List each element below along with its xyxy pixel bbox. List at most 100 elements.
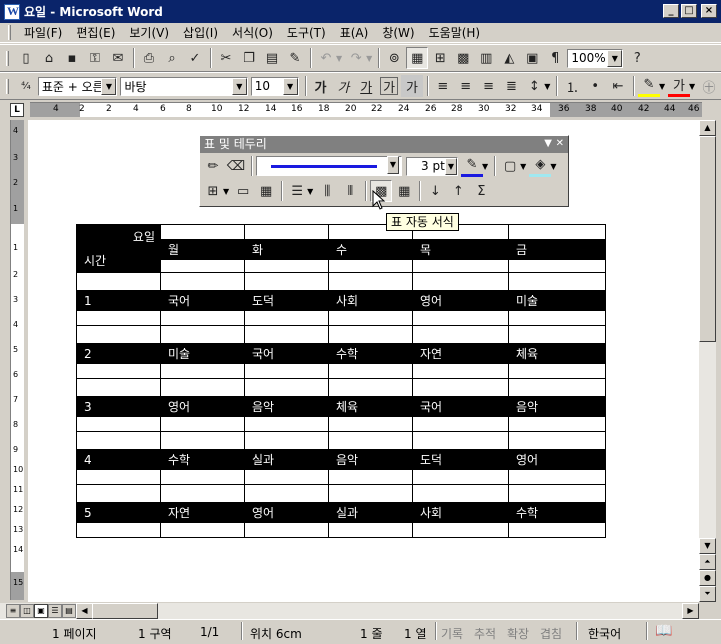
- minimize-button[interactable]: _: [663, 4, 679, 18]
- char-border-button[interactable]: 가: [378, 75, 400, 97]
- autosum-icon[interactable]: Σ: [470, 180, 492, 202]
- line-style-dropdown-icon[interactable]: ▼: [387, 156, 399, 174]
- sort-descending-icon[interactable]: ↑: [447, 180, 469, 202]
- status-ext[interactable]: 확장: [507, 625, 529, 642]
- bold-button[interactable]: 가: [310, 75, 332, 97]
- vertical-scroll-thumb[interactable]: [699, 136, 716, 342]
- style-select[interactable]: 표준 + 오른· ▼: [37, 76, 118, 96]
- subject-cell[interactable]: 미술: [160, 343, 245, 364]
- zoom-select[interactable]: 100% ▼: [567, 48, 624, 68]
- status-pages[interactable]: 1/1: [200, 625, 219, 639]
- corner-header-cell[interactable]: 요일 시간: [76, 224, 161, 273]
- menu-view[interactable]: 보기(V): [122, 24, 176, 42]
- status-page[interactable]: 1 페이지: [52, 625, 97, 642]
- undo-icon[interactable]: ↶: [315, 47, 337, 69]
- font-size-dropdown-icon[interactable]: ▼: [282, 77, 298, 95]
- spelling-status-icon[interactable]: 📖: [655, 623, 672, 639]
- permission-icon[interactable]: ⚿: [84, 47, 106, 69]
- subject-cell[interactable]: 음악: [328, 449, 413, 470]
- menu-table[interactable]: 표(A): [333, 24, 376, 42]
- subject-cell[interactable]: 실과: [244, 449, 329, 470]
- outside-border-icon[interactable]: ▢: [499, 155, 521, 177]
- subject-cell[interactable]: 영어: [244, 502, 329, 523]
- scroll-right-icon[interactable]: ▶: [682, 603, 699, 619]
- font-select[interactable]: 바탕 ▼: [120, 76, 248, 96]
- redo-icon[interactable]: ↷: [345, 47, 367, 69]
- tables-and-borders-icon[interactable]: ▦: [406, 47, 429, 69]
- highlight-icon[interactable]: ✎: [638, 75, 660, 97]
- status-rec[interactable]: 기록: [441, 625, 463, 642]
- reading-layout-icon[interactable]: ▤: [62, 604, 76, 618]
- new-document-icon[interactable]: ▯: [15, 47, 37, 69]
- shading-dropdown-icon[interactable]: ▼: [550, 162, 556, 171]
- subject-cell[interactable]: 국어: [244, 343, 329, 364]
- decrease-indent-icon[interactable]: ⇤: [607, 75, 629, 97]
- drawing-icon[interactable]: ◭: [498, 47, 520, 69]
- web-layout-icon[interactable]: ◫: [20, 604, 34, 618]
- insert-table-dropdown-icon[interactable]: ▼: [223, 187, 229, 196]
- insert-table-icon[interactable]: ⊞: [429, 47, 451, 69]
- print-icon[interactable]: ⎙: [138, 47, 160, 69]
- highlight-dropdown-icon[interactable]: ▼: [659, 82, 665, 91]
- period-cell[interactable]: 2: [76, 343, 161, 364]
- word-app-icon[interactable]: [4, 3, 20, 20]
- subject-cell[interactable]: 미술: [508, 290, 606, 311]
- toolbar-options-icon[interactable]: ▼: [544, 138, 552, 150]
- align-center-icon[interactable]: ≡: [455, 75, 477, 97]
- draw-table-icon[interactable]: ✏: [202, 155, 224, 177]
- show-hide-icon[interactable]: ¶: [544, 47, 566, 69]
- hyperlink-icon[interactable]: ⊚: [383, 47, 405, 69]
- subject-cell[interactable]: 체육: [328, 396, 413, 417]
- normal-view-icon[interactable]: ≡: [6, 604, 20, 618]
- bullets-icon[interactable]: •: [584, 75, 606, 97]
- border-dropdown-icon[interactable]: ▼: [520, 162, 526, 171]
- subject-cell[interactable]: 국어: [160, 290, 245, 311]
- menu-edit[interactable]: 편집(E): [69, 24, 122, 42]
- horizontal-scrollbar[interactable]: ≡ ◫ ▣ ☰ ▤ ◀ ▶: [0, 602, 699, 619]
- redo-dropdown-icon[interactable]: ▼: [366, 54, 372, 63]
- day-header-thu[interactable]: 목: [412, 239, 509, 260]
- border-color-dropdown-icon[interactable]: ▼: [482, 162, 488, 171]
- browse-object-icon[interactable]: ●: [699, 570, 716, 586]
- save-icon[interactable]: ▪: [61, 47, 83, 69]
- eraser-icon[interactable]: ⌫: [225, 155, 247, 177]
- floating-toolbar-titlebar[interactable]: 표 및 테두리 ▼ ✕: [200, 136, 568, 153]
- distribute-rows-icon[interactable]: ⫼: [316, 180, 338, 202]
- next-page-icon[interactable]: ⏷: [699, 586, 716, 602]
- subject-cell[interactable]: 사회: [412, 502, 509, 523]
- align-left-icon[interactable]: ≡: [432, 75, 454, 97]
- menu-window[interactable]: 창(W): [375, 24, 421, 42]
- subject-cell[interactable]: 자연: [412, 343, 509, 364]
- subject-cell[interactable]: 사회: [328, 290, 413, 311]
- style-dropdown-icon[interactable]: ▼: [101, 77, 117, 95]
- subject-cell[interactable]: 영어: [412, 290, 509, 311]
- line-spacing-icon[interactable]: ↕: [523, 75, 545, 97]
- sort-ascending-icon[interactable]: ↓: [424, 180, 446, 202]
- status-ovr[interactable]: 겹침: [540, 625, 562, 642]
- char-shading-button[interactable]: 가: [401, 75, 423, 97]
- subject-cell[interactable]: 수학: [160, 449, 245, 470]
- split-cells-icon[interactable]: ▦: [255, 180, 277, 202]
- columns-icon[interactable]: ▥: [475, 47, 497, 69]
- undo-dropdown-icon[interactable]: ▼: [336, 54, 342, 63]
- maximize-button[interactable]: □: [681, 4, 697, 18]
- paste-icon[interactable]: ▤: [261, 47, 283, 69]
- italic-button[interactable]: 가: [332, 75, 354, 97]
- menu-tools[interactable]: 도구(T): [280, 24, 333, 42]
- period-cell[interactable]: 1: [76, 290, 161, 311]
- status-language[interactable]: 한국어: [588, 625, 621, 642]
- close-button[interactable]: ×: [701, 4, 717, 18]
- help-icon[interactable]: ?: [626, 47, 648, 69]
- line-spacing-dropdown-icon[interactable]: ▼: [544, 82, 550, 91]
- align-right-icon[interactable]: ≡: [478, 75, 500, 97]
- spelling-icon[interactable]: ✓: [184, 47, 206, 69]
- day-header-wed[interactable]: 수: [328, 239, 413, 260]
- insert-table-menu-icon[interactable]: ⊞: [202, 180, 224, 202]
- subject-cell[interactable]: 도덕: [412, 449, 509, 470]
- menu-help[interactable]: 도움말(H): [422, 24, 488, 42]
- subject-cell[interactable]: 자연: [160, 502, 245, 523]
- subject-cell[interactable]: 수학: [508, 502, 606, 523]
- status-position[interactable]: 위치 6cm: [250, 625, 302, 642]
- status-column[interactable]: 1 열: [404, 625, 427, 642]
- shading-color-icon[interactable]: ◈: [529, 155, 552, 177]
